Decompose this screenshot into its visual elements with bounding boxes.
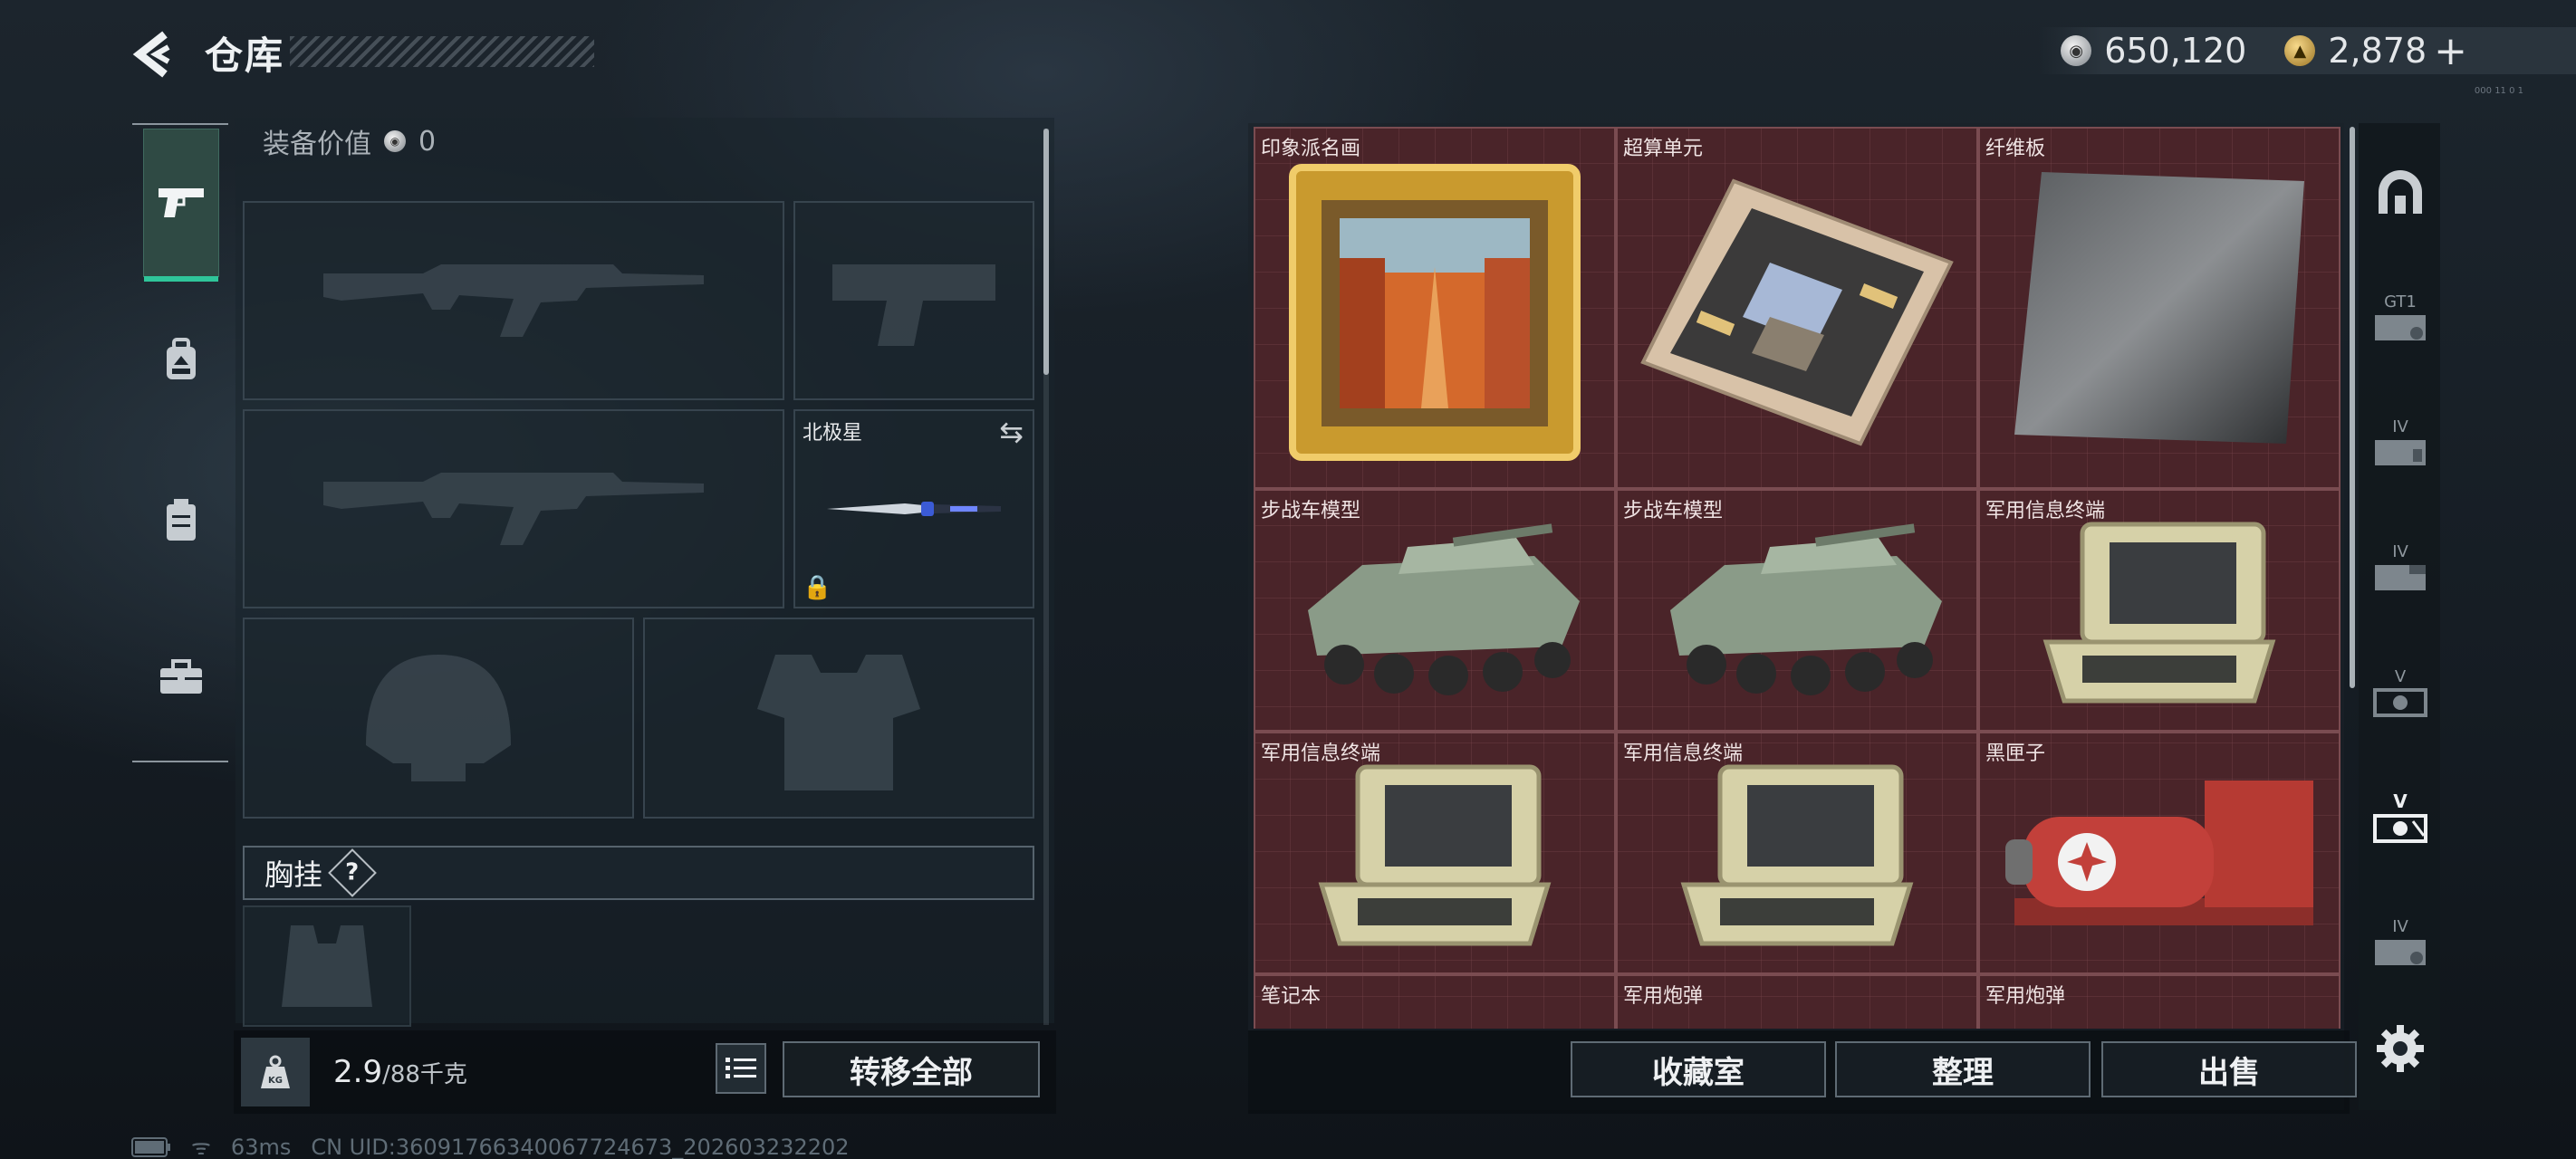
weight-current: 2.9 (333, 1054, 383, 1090)
black-box-icon (2005, 781, 2313, 925)
storage-item[interactable]: 笔记本 (1254, 974, 1616, 1029)
secondary-weapon-slot[interactable] (243, 409, 784, 608)
crate-icon (2373, 687, 2427, 717)
silver-amount: 650,120 (2104, 31, 2247, 71)
ping-readout: 63ms (230, 1134, 292, 1159)
helmet-silhouette-icon (366, 655, 511, 781)
primary-weapon-slot[interactable] (243, 201, 784, 400)
gold-amount: 2,878 (2328, 31, 2427, 71)
sidearm-slot[interactable] (793, 201, 1034, 400)
backpack-icon (167, 338, 196, 379)
currency-bar: ◉ 650,120 ▲ 2,878 + (2039, 27, 2576, 74)
page-title: 仓库 (205, 34, 285, 78)
sidebar-box-6[interactable]: IV (2362, 904, 2438, 980)
chest-rig-silhouette-icon (282, 925, 372, 1007)
rifle-silhouette-icon (323, 264, 704, 337)
tab-toolbox[interactable] (143, 639, 219, 715)
silver-coin-icon: ◉ (2061, 35, 2092, 66)
crate-icon (2373, 814, 2427, 843)
painting-icon (1289, 164, 1581, 461)
crate-icon (2375, 439, 2426, 465)
carbon-plate-icon (2014, 172, 2304, 444)
equip-value-amount: 0 (418, 125, 437, 158)
equipment-value: 装备价值 ◉ 0 (263, 121, 436, 161)
ifv-model-icon (1308, 523, 1580, 695)
settings-button[interactable] (2373, 1021, 2427, 1076)
crate-icon (2375, 939, 2426, 965)
title-decoration (290, 36, 594, 67)
armor-slot[interactable] (643, 618, 1034, 819)
knife-icon (827, 502, 1001, 516)
melee-slot[interactable]: 北极星 ⇆ 🔒 (793, 409, 1034, 608)
wifi-icon: ᯤ (191, 1135, 211, 1159)
pistol-icon (159, 188, 204, 217)
vest-icon (167, 499, 196, 541)
uid-readout: CN UID:3609176634006772467​3_20260323220… (311, 1134, 850, 1159)
equip-value-label: 装备价值 (263, 129, 371, 160)
sidebar-box-3[interactable]: IV (2362, 529, 2438, 605)
crate-icon (2375, 314, 2426, 340)
weight-readout: 2.9/88千克 (333, 1054, 467, 1090)
storage-item[interactable]: 军用炮弹 (1978, 974, 2341, 1029)
back-button[interactable] (129, 27, 183, 81)
sidebar-box-1[interactable]: GT1 (2362, 279, 2438, 355)
storage-item[interactable]: 步战车模型 (1616, 489, 1978, 732)
gear-icon (2377, 1025, 2424, 1072)
pistol-silhouette-icon (832, 264, 995, 346)
version-tag: 000 11 0 1 (2474, 86, 2523, 96)
tabs-divider-bottom (132, 761, 228, 762)
tab-vest[interactable] (143, 482, 219, 558)
list-icon (726, 1058, 756, 1078)
dome-icon (2379, 170, 2422, 214)
crate-icon (2375, 564, 2426, 590)
back-arrow-icon (132, 31, 170, 78)
field-terminal-icon (1318, 764, 1552, 946)
sidebar-box-4[interactable]: V (2362, 654, 2438, 730)
transfer-all-button[interactable]: 转移全部 (783, 1041, 1040, 1097)
status-bar: ᯤ 63ms CN UID:3609176634006772467​3_2026… (131, 1132, 850, 1159)
storage-grid: 印象派名画 超算单元 纤维板 步战车模型 步战车模型 军用信息终端 军用信息终端… (1254, 127, 2341, 1029)
armor-silhouette-icon (757, 655, 920, 790)
loadout-scrollbar[interactable] (1043, 129, 1049, 375)
tab-weapons[interactable] (143, 129, 219, 282)
sell-button[interactable]: 出售 (2101, 1041, 2357, 1097)
storage-item[interactable]: 超算单元 (1616, 127, 1978, 489)
silver-coin-icon: ◉ (384, 130, 406, 152)
helmet-slot[interactable] (243, 618, 634, 819)
lock-icon: 🔒 (803, 574, 832, 601)
svg-text:KG: KG (268, 1076, 283, 1086)
collection-room-button[interactable]: 收藏室 (1571, 1041, 1826, 1097)
circuit-board-icon (1640, 178, 1954, 446)
storage-item[interactable]: 军用信息终端 (1254, 732, 1616, 974)
storage-item[interactable]: 纤维板 (1978, 127, 2341, 489)
toolbox-icon (160, 659, 202, 694)
sidebar-box-5-active[interactable]: V (2362, 779, 2438, 855)
storage-item[interactable]: 黑匣子 (1978, 732, 2341, 974)
rifle-silhouette-icon (323, 473, 704, 545)
tab-backpack[interactable] (143, 322, 219, 398)
help-icon[interactable]: ? (328, 848, 377, 897)
sidebar-box-2[interactable]: IV (2362, 404, 2438, 480)
weight-max: /88千克 (382, 1061, 467, 1088)
storage-scrollbar[interactable] (2350, 127, 2355, 688)
chest-rig-slot[interactable] (243, 905, 411, 1027)
weight-icon: KG (241, 1038, 310, 1106)
storage-item[interactable]: 印象派名画 (1254, 127, 1616, 489)
field-terminal-icon (2043, 522, 2276, 704)
list-view-button[interactable] (716, 1043, 766, 1094)
chest-rig-header: 胸挂 ? (243, 846, 1034, 900)
gold-coin-icon: ▲ (2284, 35, 2316, 66)
field-terminal-icon (1680, 764, 1914, 946)
add-currency-button[interactable]: + (2434, 28, 2467, 74)
ifv-model-icon (1670, 523, 1942, 695)
chest-rig-label: 胸挂 (264, 857, 323, 892)
storage-item[interactable]: 军用炮弹 (1616, 974, 1978, 1029)
storage-item[interactable]: 军用信息终端 (1616, 732, 1978, 974)
sidebar-armory[interactable] (2362, 154, 2438, 230)
organize-button[interactable]: 整理 (1835, 1041, 2091, 1097)
battery-icon (131, 1136, 170, 1157)
storage-item[interactable]: 军用信息终端 (1978, 489, 2341, 732)
storage-item[interactable]: 步战车模型 (1254, 489, 1616, 732)
tabs-divider-top (132, 123, 228, 125)
